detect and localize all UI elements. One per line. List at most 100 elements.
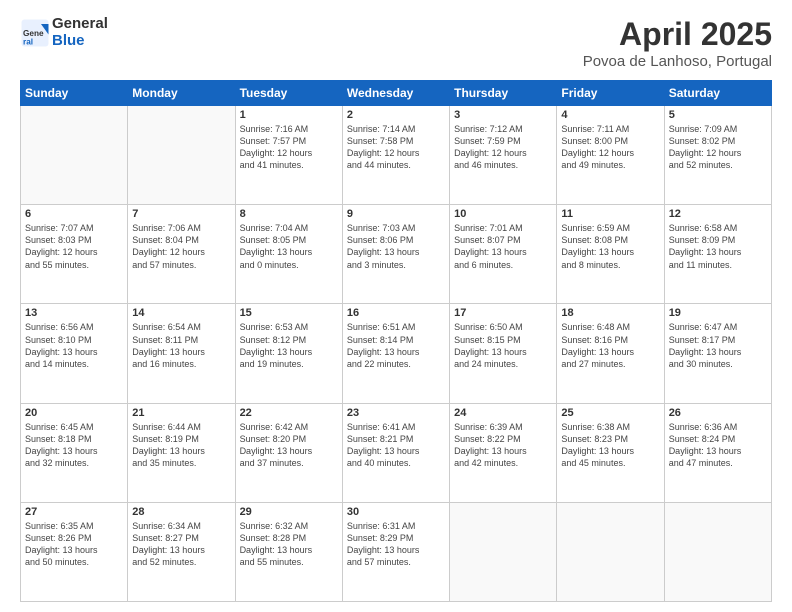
day-info: Sunrise: 6:59 AMSunset: 8:08 PMDaylight:… [561, 222, 659, 271]
day-info: Sunrise: 6:36 AMSunset: 8:24 PMDaylight:… [669, 421, 767, 470]
calendar-cell: 11 Sunrise: 6:59 AMSunset: 8:08 PMDayligh… [557, 205, 664, 304]
calendar-cell: 7 Sunrise: 7:06 AMSunset: 8:04 PMDaylight… [128, 205, 235, 304]
day-number: 29 [240, 506, 338, 518]
day-number: 6 [25, 208, 123, 220]
day-number: 21 [132, 407, 230, 419]
day-number: 17 [454, 307, 552, 319]
calendar-cell: 3Sunrise: 7:12 AMSunset: 7:59 PMDaylight… [450, 106, 557, 205]
day-number: 16 [347, 307, 445, 319]
calendar-cell: 21 Sunrise: 6:44 AMSunset: 8:19 PMDayligh… [128, 403, 235, 502]
day-number: 22 [240, 407, 338, 419]
day-of-week-friday: Friday [557, 81, 664, 106]
calendar-cell: 30 Sunrise: 6:31 AMSunset: 8:29 PMDayligh… [342, 502, 449, 601]
day-info: Sunrise: 6:50 AMSunset: 8:15 PMDaylight:… [454, 321, 552, 370]
day-info: Sunrise: 6:44 AMSunset: 8:19 PMDaylight:… [132, 421, 230, 470]
calendar-cell [450, 502, 557, 601]
day-info: Sunrise: 6:48 AMSunset: 8:16 PMDaylight:… [561, 321, 659, 370]
day-of-week-thursday: Thursday [450, 81, 557, 106]
day-info: Sunrise: 7:06 AMSunset: 8:04 PMDaylight:… [132, 222, 230, 271]
month-title: April 2025 [583, 16, 772, 53]
calendar-cell: 19Sunrise: 6:47 AMSunset: 8:17 PMDayligh… [664, 304, 771, 403]
day-info: Sunrise: 6:32 AMSunset: 8:28 PMDaylight:… [240, 520, 338, 569]
calendar-cell: 16 Sunrise: 6:51 AMSunset: 8:14 PMDayligh… [342, 304, 449, 403]
calendar-cell: 26Sunrise: 6:36 AMSunset: 8:24 PMDayligh… [664, 403, 771, 502]
day-info: Sunrise: 6:31 AMSunset: 8:29 PMDaylight:… [347, 520, 445, 569]
day-info: Sunrise: 7:07 AMSunset: 8:03 PMDaylight:… [25, 222, 123, 271]
day-info: Sunrise: 7:01 AMSunset: 8:07 PMDaylight:… [454, 222, 552, 271]
day-info: Sunrise: 7:11 AMSunset: 8:00 PMDaylight:… [561, 123, 659, 172]
day-number: 25 [561, 407, 659, 419]
day-of-week-saturday: Saturday [664, 81, 771, 106]
day-info: Sunrise: 6:42 AMSunset: 8:20 PMDaylight:… [240, 421, 338, 470]
day-info: Sunrise: 6:45 AMSunset: 8:18 PMDaylight:… [25, 421, 123, 470]
day-number: 1 [240, 109, 338, 121]
day-of-week-sunday: Sunday [21, 81, 128, 106]
day-number: 30 [347, 506, 445, 518]
calendar-cell: 13 Sunrise: 6:56 AMSunset: 8:10 PMDayligh… [21, 304, 128, 403]
day-info: Sunrise: 6:39 AMSunset: 8:22 PMDaylight:… [454, 421, 552, 470]
day-number: 23 [347, 407, 445, 419]
calendar-cell: 15 Sunrise: 6:53 AMSunset: 8:12 PMDayligh… [235, 304, 342, 403]
day-number: 27 [25, 506, 123, 518]
page: Gene ral General Blue April 2025 Povoa d… [0, 0, 792, 612]
day-number: 18 [561, 307, 659, 319]
header: Gene ral General Blue April 2025 Povoa d… [20, 16, 772, 70]
location-title: Povoa de Lanhoso, Portugal [583, 53, 772, 70]
day-info: Sunrise: 6:51 AMSunset: 8:14 PMDaylight:… [347, 321, 445, 370]
day-info: Sunrise: 6:34 AMSunset: 8:27 PMDaylight:… [132, 520, 230, 569]
day-number: 14 [132, 307, 230, 319]
day-info: Sunrise: 7:04 AMSunset: 8:05 PMDaylight:… [240, 222, 338, 271]
day-number: 15 [240, 307, 338, 319]
day-number: 2 [347, 109, 445, 121]
logo-general: General [52, 15, 108, 32]
calendar-week-3: 13 Sunrise: 6:56 AMSunset: 8:10 PMDayligh… [21, 304, 772, 403]
calendar-cell: 23 Sunrise: 6:41 AMSunset: 8:21 PMDayligh… [342, 403, 449, 502]
day-info: Sunrise: 7:12 AMSunset: 7:59 PMDaylight:… [454, 123, 552, 172]
logo-text: General Blue [52, 16, 108, 49]
day-number: 13 [25, 307, 123, 319]
day-info: Sunrise: 6:56 AMSunset: 8:10 PMDaylight:… [25, 321, 123, 370]
day-number: 9 [347, 208, 445, 220]
calendar-cell: 18 Sunrise: 6:48 AMSunset: 8:16 PMDayligh… [557, 304, 664, 403]
day-of-week-wednesday: Wednesday [342, 81, 449, 106]
calendar-cell [128, 106, 235, 205]
day-number: 19 [669, 307, 767, 319]
calendar-cell: 9Sunrise: 7:03 AMSunset: 8:06 PMDaylight… [342, 205, 449, 304]
day-info: Sunrise: 6:35 AMSunset: 8:26 PMDaylight:… [25, 520, 123, 569]
day-of-week-monday: Monday [128, 81, 235, 106]
day-number: 20 [25, 407, 123, 419]
day-info: Sunrise: 6:54 AMSunset: 8:11 PMDaylight:… [132, 321, 230, 370]
calendar-cell: 1Sunrise: 7:16 AMSunset: 7:57 PMDaylight… [235, 106, 342, 205]
day-info: Sunrise: 7:14 AMSunset: 7:58 PMDaylight:… [347, 123, 445, 172]
calendar-cell [664, 502, 771, 601]
calendar-cell [21, 106, 128, 205]
calendar-cell: 5Sunrise: 7:09 AMSunset: 8:02 PMDaylight… [664, 106, 771, 205]
svg-text:ral: ral [23, 37, 33, 46]
calendar-cell: 14 Sunrise: 6:54 AMSunset: 8:11 PMDayligh… [128, 304, 235, 403]
calendar-cell: 2 Sunrise: 7:14 AMSunset: 7:58 PMDaylight… [342, 106, 449, 205]
calendar-cell: 25 Sunrise: 6:38 AMSunset: 8:23 PMDayligh… [557, 403, 664, 502]
calendar-cell: 8 Sunrise: 7:04 AMSunset: 8:05 PMDaylight… [235, 205, 342, 304]
day-of-week-tuesday: Tuesday [235, 81, 342, 106]
day-info: Sunrise: 6:38 AMSunset: 8:23 PMDaylight:… [561, 421, 659, 470]
calendar-week-1: 1Sunrise: 7:16 AMSunset: 7:57 PMDaylight… [21, 106, 772, 205]
day-number: 7 [132, 208, 230, 220]
day-info: Sunrise: 6:53 AMSunset: 8:12 PMDaylight:… [240, 321, 338, 370]
calendar-cell: 10Sunrise: 7:01 AMSunset: 8:07 PMDayligh… [450, 205, 557, 304]
calendar-cell: 27 Sunrise: 6:35 AMSunset: 8:26 PMDayligh… [21, 502, 128, 601]
day-number: 11 [561, 208, 659, 220]
calendar-cell: 6 Sunrise: 7:07 AMSunset: 8:03 PMDaylight… [21, 205, 128, 304]
calendar-cell: 29 Sunrise: 6:32 AMSunset: 8:28 PMDayligh… [235, 502, 342, 601]
general-blue-icon: Gene ral [20, 18, 50, 48]
calendar-cell [557, 502, 664, 601]
day-info: Sunrise: 6:58 AMSunset: 8:09 PMDaylight:… [669, 222, 767, 271]
calendar-header-row: SundayMondayTuesdayWednesdayThursdayFrid… [21, 81, 772, 106]
day-number: 8 [240, 208, 338, 220]
logo-blue: Blue [52, 32, 85, 49]
calendar-cell: 28Sunrise: 6:34 AMSunset: 8:27 PMDayligh… [128, 502, 235, 601]
logo: Gene ral General Blue [20, 16, 108, 49]
day-info: Sunrise: 6:41 AMSunset: 8:21 PMDaylight:… [347, 421, 445, 470]
title-block: April 2025 Povoa de Lanhoso, Portugal [583, 16, 772, 70]
calendar-cell: 20 Sunrise: 6:45 AMSunset: 8:18 PMDayligh… [21, 403, 128, 502]
day-number: 4 [561, 109, 659, 121]
